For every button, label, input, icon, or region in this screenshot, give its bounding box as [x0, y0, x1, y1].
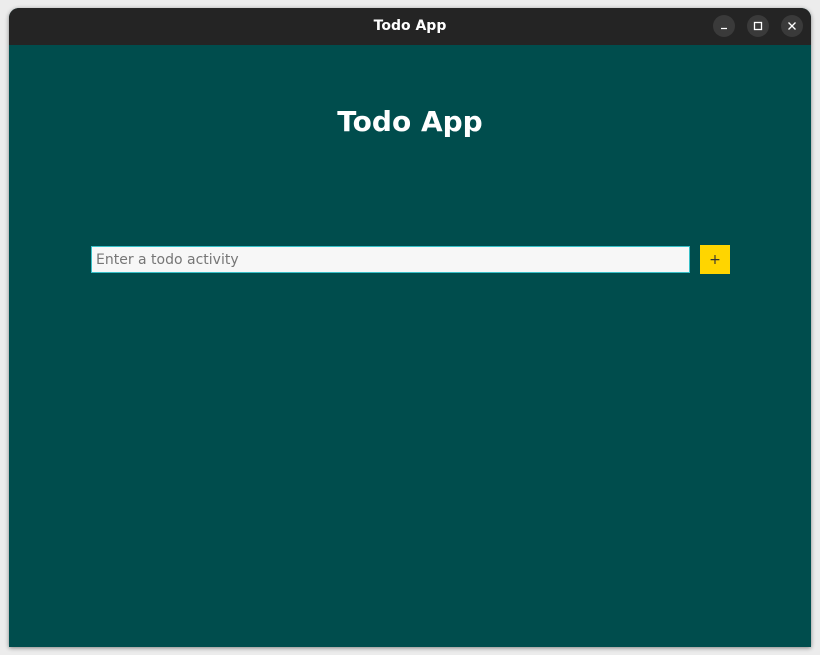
minimize-icon [721, 27, 727, 30]
todo-input[interactable] [91, 246, 690, 273]
app-content: Todo App + [9, 45, 811, 647]
add-todo-button[interactable]: + [700, 245, 730, 274]
close-icon [788, 22, 796, 30]
maximize-icon [753, 21, 763, 31]
window-title: Todo App [373, 18, 447, 34]
app-window: Todo App Todo App + [9, 8, 811, 647]
page-title: Todo App [337, 105, 483, 138]
maximize-button[interactable] [747, 15, 769, 37]
titlebar[interactable]: Todo App [9, 8, 811, 45]
close-button[interactable] [781, 15, 803, 37]
minimize-button[interactable] [713, 15, 735, 37]
